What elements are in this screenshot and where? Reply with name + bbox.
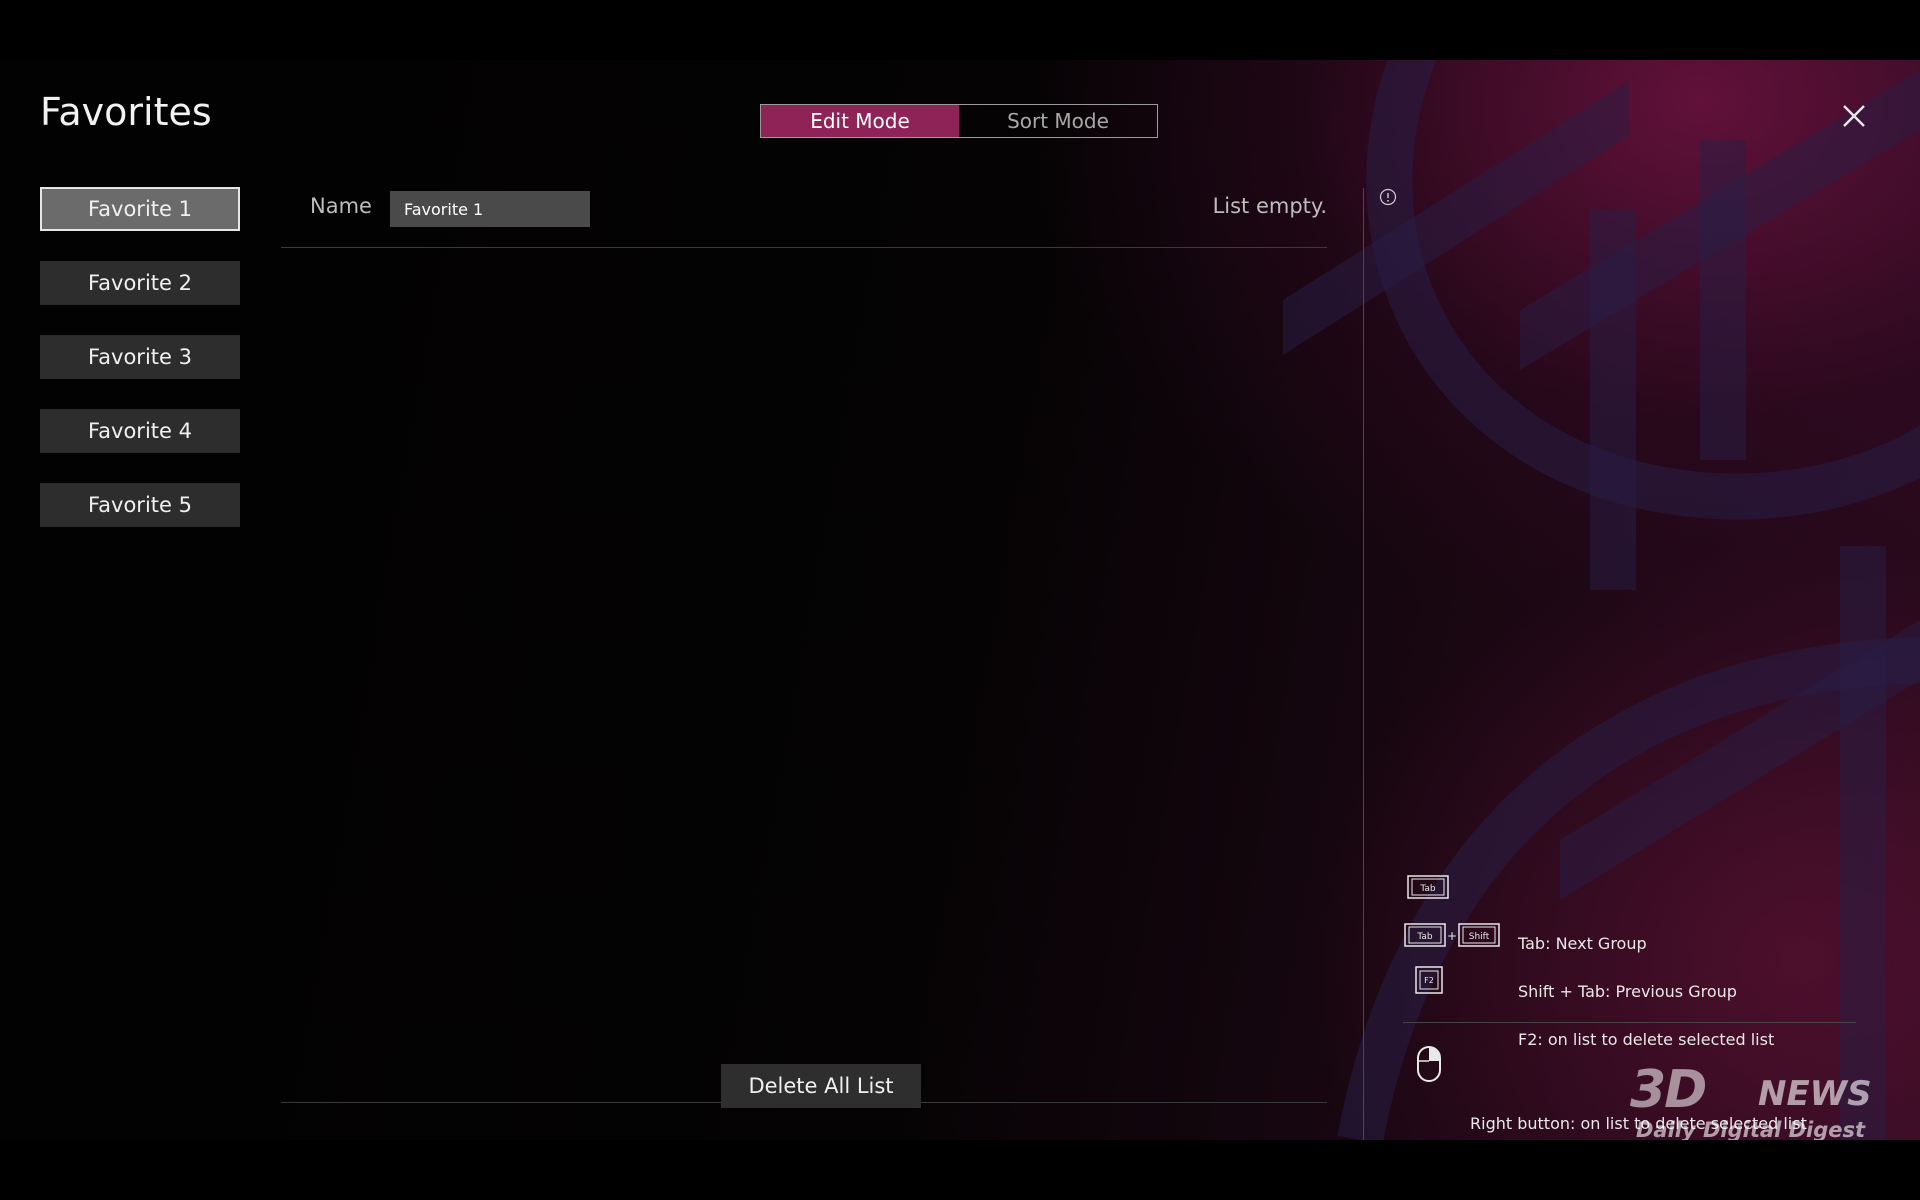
tab-key-icon: Tab bbox=[1407, 875, 1449, 899]
hints-divider bbox=[1403, 1022, 1856, 1023]
sidebar-item-favorite-4[interactable]: Favorite 4 bbox=[40, 409, 240, 453]
info-icon[interactable] bbox=[1379, 188, 1397, 206]
hint-shift-tab-previous-group: Shift + Tab: Previous Group bbox=[1518, 982, 1737, 1001]
shift-tab-keys-icon: Tab + Shift bbox=[1404, 923, 1500, 947]
name-label: Name bbox=[310, 194, 372, 218]
watermark-news: NEWS bbox=[1758, 1074, 1872, 1114]
sidebar-item-favorite-3[interactable]: Favorite 3 bbox=[40, 335, 240, 379]
svg-text:+: + bbox=[1447, 929, 1457, 943]
mouse-right-button-icon bbox=[1417, 1046, 1441, 1082]
hint-tab-next-group: Tab: Next Group bbox=[1518, 934, 1647, 953]
top-black-bar bbox=[0, 0, 1920, 60]
f2-key-icon: F2 bbox=[1415, 966, 1443, 994]
svg-text:Shift: Shift bbox=[1469, 932, 1490, 942]
svg-text:Tab: Tab bbox=[1419, 884, 1436, 894]
list-status: List empty. bbox=[1212, 194, 1327, 218]
favorites-list-area[interactable] bbox=[281, 248, 1327, 1101]
sidebar-item-favorite-1[interactable]: Favorite 1 bbox=[40, 187, 240, 231]
name-input[interactable] bbox=[390, 191, 590, 227]
favorites-dialog: Favorites Edit Mode Sort Mode Favorite 1… bbox=[0, 60, 1920, 1150]
favorites-sidebar: Favorite 1 Favorite 2 Favorite 3 Favorit… bbox=[40, 187, 240, 557]
sidebar-item-favorite-2[interactable]: Favorite 2 bbox=[40, 261, 240, 305]
watermark-tagline: Daily Digital Digest bbox=[1636, 1118, 1866, 1142]
hint-f2-delete: F2: on list to delete selected list bbox=[1518, 1030, 1775, 1049]
panel-divider bbox=[1363, 188, 1364, 1150]
bottom-black-bar bbox=[0, 1140, 1920, 1200]
sort-mode-button[interactable]: Sort Mode bbox=[959, 105, 1157, 137]
delete-all-list-button[interactable]: Delete All List bbox=[721, 1064, 921, 1108]
svg-text:F2: F2 bbox=[1424, 976, 1434, 985]
page-title: Favorites bbox=[40, 90, 212, 134]
edit-mode-button[interactable]: Edit Mode bbox=[761, 105, 959, 137]
svg-text:Tab: Tab bbox=[1416, 932, 1433, 942]
watermark-3d: 3D bbox=[1630, 1060, 1707, 1120]
sidebar-item-favorite-5[interactable]: Favorite 5 bbox=[40, 483, 240, 527]
mode-toggle: Edit Mode Sort Mode bbox=[760, 104, 1158, 138]
close-icon[interactable] bbox=[1838, 100, 1870, 132]
